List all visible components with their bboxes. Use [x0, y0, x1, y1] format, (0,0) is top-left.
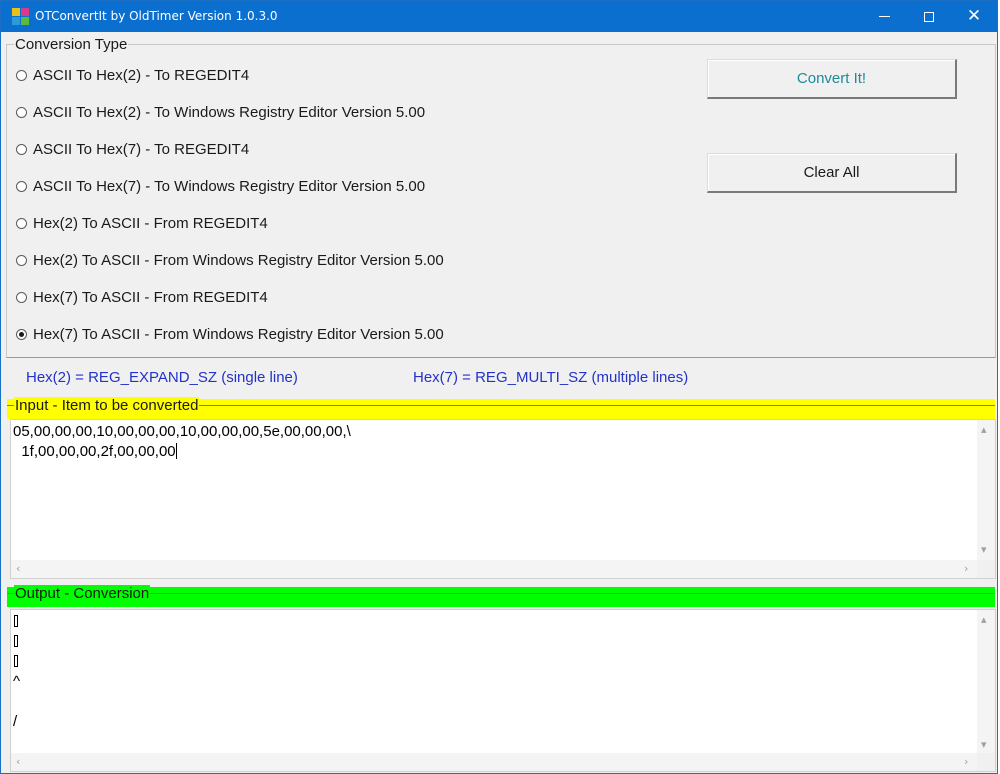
radio-button[interactable]	[16, 143, 27, 155]
scroll-down-icon[interactable]: ▾	[981, 739, 987, 750]
close-button[interactable]: ✕	[951, 1, 997, 32]
output-header: Output - Conversion	[7, 585, 995, 607]
text-caret	[175, 443, 177, 459]
output-section: Output - Conversion ^ / ▴ ▾ ‹ ›	[7, 585, 996, 773]
radio-label: ASCII To Hex(2) - To REGEDIT4	[33, 66, 250, 84]
scroll-left-icon[interactable]: ‹	[16, 756, 20, 767]
radio-option-1[interactable]: ASCII To Hex(2) - To REGEDIT4	[16, 65, 249, 85]
scroll-corner	[977, 753, 995, 771]
scroll-down-icon[interactable]: ▾	[981, 544, 987, 555]
output-horizontal-scrollbar[interactable]: ‹ ›	[11, 753, 977, 771]
radio-option-4[interactable]: ASCII To Hex(7) - To Windows Registry Ed…	[16, 176, 425, 196]
output-textarea[interactable]: ^ / ▴ ▾ ‹ ›	[10, 609, 996, 772]
title-bar[interactable]: OTConvertIt by OldTimer Version 1.0.3.0 …	[1, 1, 997, 32]
hex7-hint: Hex(7) = REG_MULTI_SZ (multiple lines)	[413, 369, 689, 386]
minimize-icon	[878, 16, 890, 17]
scroll-right-icon[interactable]: ›	[964, 756, 968, 767]
radio-option-3[interactable]: ASCII To Hex(7) - To REGEDIT4	[16, 139, 249, 159]
radio-label: ASCII To Hex(2) - To Windows Registry Ed…	[33, 103, 426, 121]
minimize-button[interactable]	[861, 1, 907, 32]
input-line: 05,00,00,00,10,00,00,00,10,00,00,00,5e,0…	[13, 423, 351, 440]
app-window: OTConvertIt by OldTimer Version 1.0.3.0 …	[0, 0, 998, 774]
output-color-band	[7, 587, 995, 607]
radio-option-8[interactable]: Hex(7) To ASCII - From Windows Registry …	[16, 324, 444, 344]
radio-label: ASCII To Hex(7) - To REGEDIT4	[33, 140, 250, 158]
maximize-icon	[924, 11, 934, 22]
input-textarea[interactable]: 05,00,00,00,10,00,00,00,10,00,00,00,5e,0…	[10, 419, 996, 579]
radio-option-2[interactable]: ASCII To Hex(2) - To Windows Registry Ed…	[16, 102, 425, 122]
scroll-right-icon[interactable]: ›	[964, 563, 968, 574]
convert-button[interactable]: Convert It!	[707, 59, 957, 99]
output-text: ^ /	[13, 612, 20, 732]
close-icon: ✕	[966, 6, 982, 26]
control-char-glyph	[14, 655, 18, 667]
input-horizontal-scrollbar[interactable]: ‹ ›	[11, 560, 977, 578]
radio-option-5[interactable]: Hex(2) To ASCII - From REGEDIT4	[16, 213, 268, 233]
conversion-type-title: Conversion Type	[14, 36, 129, 53]
radio-button[interactable]	[16, 69, 27, 81]
radio-label: Hex(2) To ASCII - From Windows Registry …	[33, 251, 444, 269]
output-label: Output - Conversion	[14, 585, 151, 602]
input-label: Input - Item to be converted	[14, 397, 200, 414]
input-line-with-caret: 1f,00,00,00,2f,00,00,00	[13, 442, 351, 462]
app-grid-icon	[12, 8, 29, 25]
input-section: Input - Item to be converted 05,00,00,00…	[7, 397, 996, 579]
hex2-hint: Hex(2) = REG_EXPAND_SZ (single line)	[26, 369, 298, 386]
radio-label: ASCII To Hex(7) - To Windows Registry Ed…	[33, 177, 426, 195]
radio-button[interactable]	[16, 180, 27, 192]
radio-button[interactable]	[16, 217, 27, 229]
control-char-glyph	[14, 635, 18, 647]
output-line-box-char	[13, 652, 20, 672]
input-line: 1f,00,00,00,2f,00,00,00	[13, 443, 176, 460]
input-text: 05,00,00,00,10,00,00,00,10,00,00,00,5e,0…	[13, 422, 351, 462]
radio-label: Hex(2) To ASCII - From REGEDIT4	[33, 214, 268, 232]
output-line-box-char	[13, 612, 20, 632]
control-char-glyph	[14, 615, 18, 627]
radio-button-selected[interactable]	[16, 328, 27, 340]
input-vertical-scrollbar[interactable]: ▴ ▾	[977, 420, 995, 560]
radio-option-6[interactable]: Hex(2) To ASCII - From Windows Registry …	[16, 250, 444, 270]
radio-label: Hex(7) To ASCII - From REGEDIT4	[33, 288, 268, 306]
radio-option-7[interactable]: Hex(7) To ASCII - From REGEDIT4	[16, 287, 268, 307]
scroll-corner	[977, 560, 995, 578]
radio-button[interactable]	[16, 291, 27, 303]
radio-button[interactable]	[16, 106, 27, 118]
output-divider	[7, 593, 995, 594]
output-line: ^	[13, 673, 21, 690]
radio-label: Hex(7) To ASCII - From Windows Registry …	[33, 325, 444, 343]
output-line: /	[13, 713, 18, 730]
clear-all-button[interactable]: Clear All	[707, 153, 957, 193]
scroll-left-icon[interactable]: ‹	[16, 563, 20, 574]
maximize-button[interactable]	[906, 1, 952, 32]
window-title: OTConvertIt by OldTimer Version 1.0.3.0	[35, 9, 278, 23]
radio-button[interactable]	[16, 254, 27, 266]
scroll-up-icon[interactable]: ▴	[981, 614, 987, 625]
output-line-box-char	[13, 632, 20, 652]
output-vertical-scrollbar[interactable]: ▴ ▾	[977, 610, 995, 755]
input-header: Input - Item to be converted	[7, 397, 995, 419]
scroll-up-icon[interactable]: ▴	[981, 424, 987, 435]
